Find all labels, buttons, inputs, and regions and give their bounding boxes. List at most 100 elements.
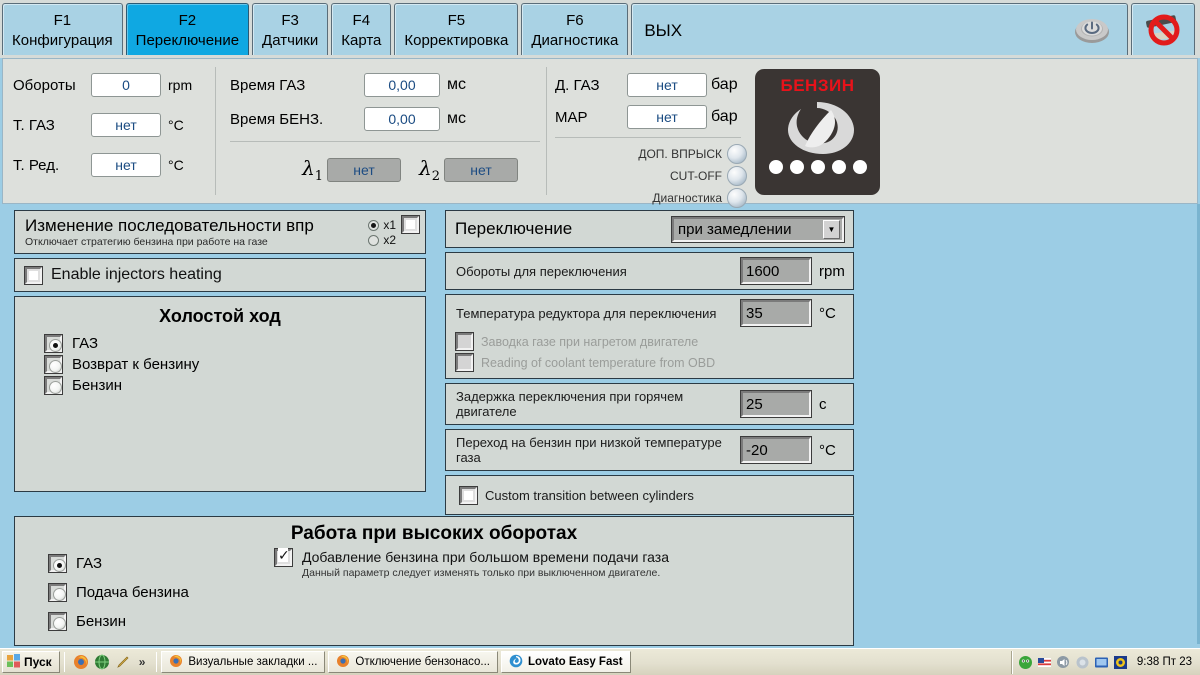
add-petrol-checkbox[interactable] [275, 549, 292, 566]
status-gas-temp-row: Т. ГАЗ нет °C [13, 113, 215, 137]
no-connection-icon[interactable] [1140, 10, 1186, 50]
switching-mode-select[interactable]: при замедлении ▼ [672, 217, 844, 242]
cylinder-dot-2 [790, 160, 804, 174]
chevron-expand-icon[interactable]: » [139, 655, 146, 669]
cylinder-dot-3 [811, 160, 825, 174]
tab-f3-sensors[interactable]: F3 Датчики [252, 3, 328, 55]
tab-f1-configuration[interactable]: F1 Конфигурация [2, 3, 123, 55]
lambda-row: λ1 нет λ2 нет [230, 156, 546, 184]
quick-launch-bar: » [69, 654, 153, 670]
status-gas-pressure-row: Д. ГАЗ нет бар [555, 73, 747, 97]
settings-left-column: Изменение последовательности впр Отключа… [14, 210, 426, 496]
flag-icon[interactable] [1037, 655, 1052, 670]
switch-rpm-input[interactable]: 1600 [741, 258, 811, 284]
gas-pressure-unit: бар [711, 76, 738, 94]
high-rpm-gas-label: ГАЗ [76, 555, 102, 572]
gas-time-value: 0,00 [364, 73, 440, 97]
tab-f6-diagnostics[interactable]: F6 Диагностика [521, 3, 628, 55]
hot-delay-input[interactable]: 25 [741, 391, 811, 417]
high-rpm-panel: Работа при высоких оборотах ГАЗ Подача б… [14, 516, 854, 646]
firefox-icon[interactable] [73, 654, 89, 670]
tab-exit-label: ВЫХ [644, 20, 682, 41]
status-column-engine: Обороты 0 rpm Т. ГАЗ нет °C Т. Ред. нет … [3, 59, 215, 203]
task-bookmarks-label: Визуальные закладки ... [188, 656, 317, 668]
pencil-icon[interactable] [115, 654, 131, 670]
network-icon[interactable] [1075, 655, 1090, 670]
tab-f6-key: F6 [566, 11, 584, 30]
add-petrol-note: Данный параметр следует изменять только … [302, 567, 669, 580]
high-rpm-gas-radio-icon[interactable] [49, 555, 66, 572]
tab-exit[interactable]: ВЫХ [631, 3, 1128, 55]
petrol-time-label: Время БЕНЗ. [230, 111, 364, 128]
petrol-time-unit: мс [447, 110, 466, 128]
switch-rpm-panel: Обороты для переключения 1600 rpm [445, 252, 854, 290]
map-unit: бар [711, 108, 738, 126]
multiplier-x1-radio-icon[interactable] [368, 220, 379, 231]
injection-sequence-checkbox[interactable] [402, 216, 419, 233]
tab-f5-correction[interactable]: F5 Корректировка [394, 3, 518, 55]
monitor-icon[interactable] [1094, 655, 1109, 670]
globe-icon[interactable] [94, 654, 110, 670]
high-rpm-title: Работа при высоких оборотах [15, 517, 853, 545]
fuel-mode-label: БЕНЗИН [755, 76, 880, 96]
power-icon[interactable] [1073, 15, 1111, 45]
injector-heating-panel: Enable injectors heating [14, 258, 426, 292]
multiplier-x2-radio-icon[interactable] [368, 235, 379, 246]
start-button[interactable]: Пуск [2, 651, 60, 673]
reducer-temp-row: Температура редуктора для переключения 3… [446, 295, 853, 331]
settings-right-column: Переключение при замедлении ▼ Обороты дл… [445, 210, 854, 519]
gas-temp-unit: °C [168, 117, 184, 133]
high-rpm-option-petrol[interactable]: Бензин [49, 607, 265, 636]
windows-flag-icon [7, 654, 21, 671]
reducer-temp-input[interactable]: 35 [741, 300, 811, 326]
high-rpm-petrol-feed-label: Подача бензина [76, 584, 189, 601]
switching-mode-label: Переключение [455, 219, 672, 239]
task-button-fuel-pump[interactable]: Отключение бензонасо... [328, 651, 498, 673]
diagnostics-label: Диагностика [652, 191, 722, 205]
cylinder-dot-1 [769, 160, 783, 174]
high-rpm-option-petrol-feed[interactable]: Подача бензина [49, 578, 265, 607]
chevron-down-icon[interactable]: ▼ [823, 220, 840, 239]
status-column-pressure: Д. ГАЗ нет бар MAP нет бар ДОП. ВПРЫСК C… [547, 59, 747, 203]
gas-time-label: Время ГАЗ [230, 77, 364, 94]
tab-f2-switching[interactable]: F2 Переключение [126, 3, 249, 55]
taskbar-clock[interactable]: 9:38 Пт 23 [1137, 656, 1192, 668]
gas-pressure-label: Д. ГАЗ [555, 77, 627, 94]
idle-petrol-radio-icon[interactable] [45, 377, 62, 394]
volume-icon[interactable] [1056, 655, 1071, 670]
custom-transition-checkbox[interactable] [460, 487, 477, 504]
task-button-lovato[interactable]: Lovato Easy Fast [501, 651, 631, 673]
idle-return-radio-icon[interactable] [45, 356, 62, 373]
idle-option-gas[interactable]: ГАЗ [15, 333, 425, 354]
task-button-bookmarks[interactable]: Визуальные закладки ... [161, 651, 325, 673]
low-temp-switch-input[interactable]: -20 [741, 437, 811, 463]
multiplier-x2-option[interactable]: x2 [368, 233, 396, 247]
shield-icon[interactable] [1018, 655, 1033, 670]
multiplier-x1-option[interactable]: x1 [368, 218, 396, 232]
diagnostics-led-icon [727, 188, 747, 208]
idle-gas-radio-icon[interactable] [45, 335, 62, 352]
injector-heating-checkbox[interactable] [25, 267, 42, 284]
tab-f4-map[interactable]: F4 Карта [331, 3, 391, 55]
tab-f2-key: F2 [179, 11, 197, 30]
custom-transition-label: Custom transition between cylinders [485, 488, 694, 503]
obd-coolant-label: Reading of coolant temperature from OBD [481, 356, 715, 370]
high-rpm-petrol-radio-icon[interactable] [49, 613, 66, 630]
idle-option-return-to-petrol[interactable]: Возврат к бензину [15, 354, 425, 375]
tab-disconnect[interactable] [1131, 3, 1195, 55]
high-rpm-option-gas[interactable]: ГАЗ [49, 549, 265, 578]
idle-option-petrol[interactable]: Бензин [15, 375, 425, 396]
reducer-temp-value: нет [91, 153, 161, 177]
extra-injection-label: ДОП. ВПРЫСК [638, 147, 722, 161]
display-icon[interactable] [1113, 655, 1128, 670]
injection-sequence-text: Изменение последовательности впр Отключа… [25, 216, 364, 249]
lovato-icon [509, 654, 523, 671]
high-rpm-petrol-feed-radio-icon[interactable] [49, 584, 66, 601]
low-temp-switch-panel: Переход на бензин при низкой температуре… [445, 429, 854, 471]
status-divider-horizontal [230, 141, 540, 142]
tab-f5-key: F5 [448, 11, 466, 30]
status-indicator-group: ДОП. ВПРЫСК CUT-OFF Диагностика [555, 144, 747, 208]
map-value: нет [627, 105, 707, 129]
task-lovato-label: Lovato Easy Fast [528, 656, 623, 668]
gas-temp-label: Т. ГАЗ [13, 117, 91, 134]
